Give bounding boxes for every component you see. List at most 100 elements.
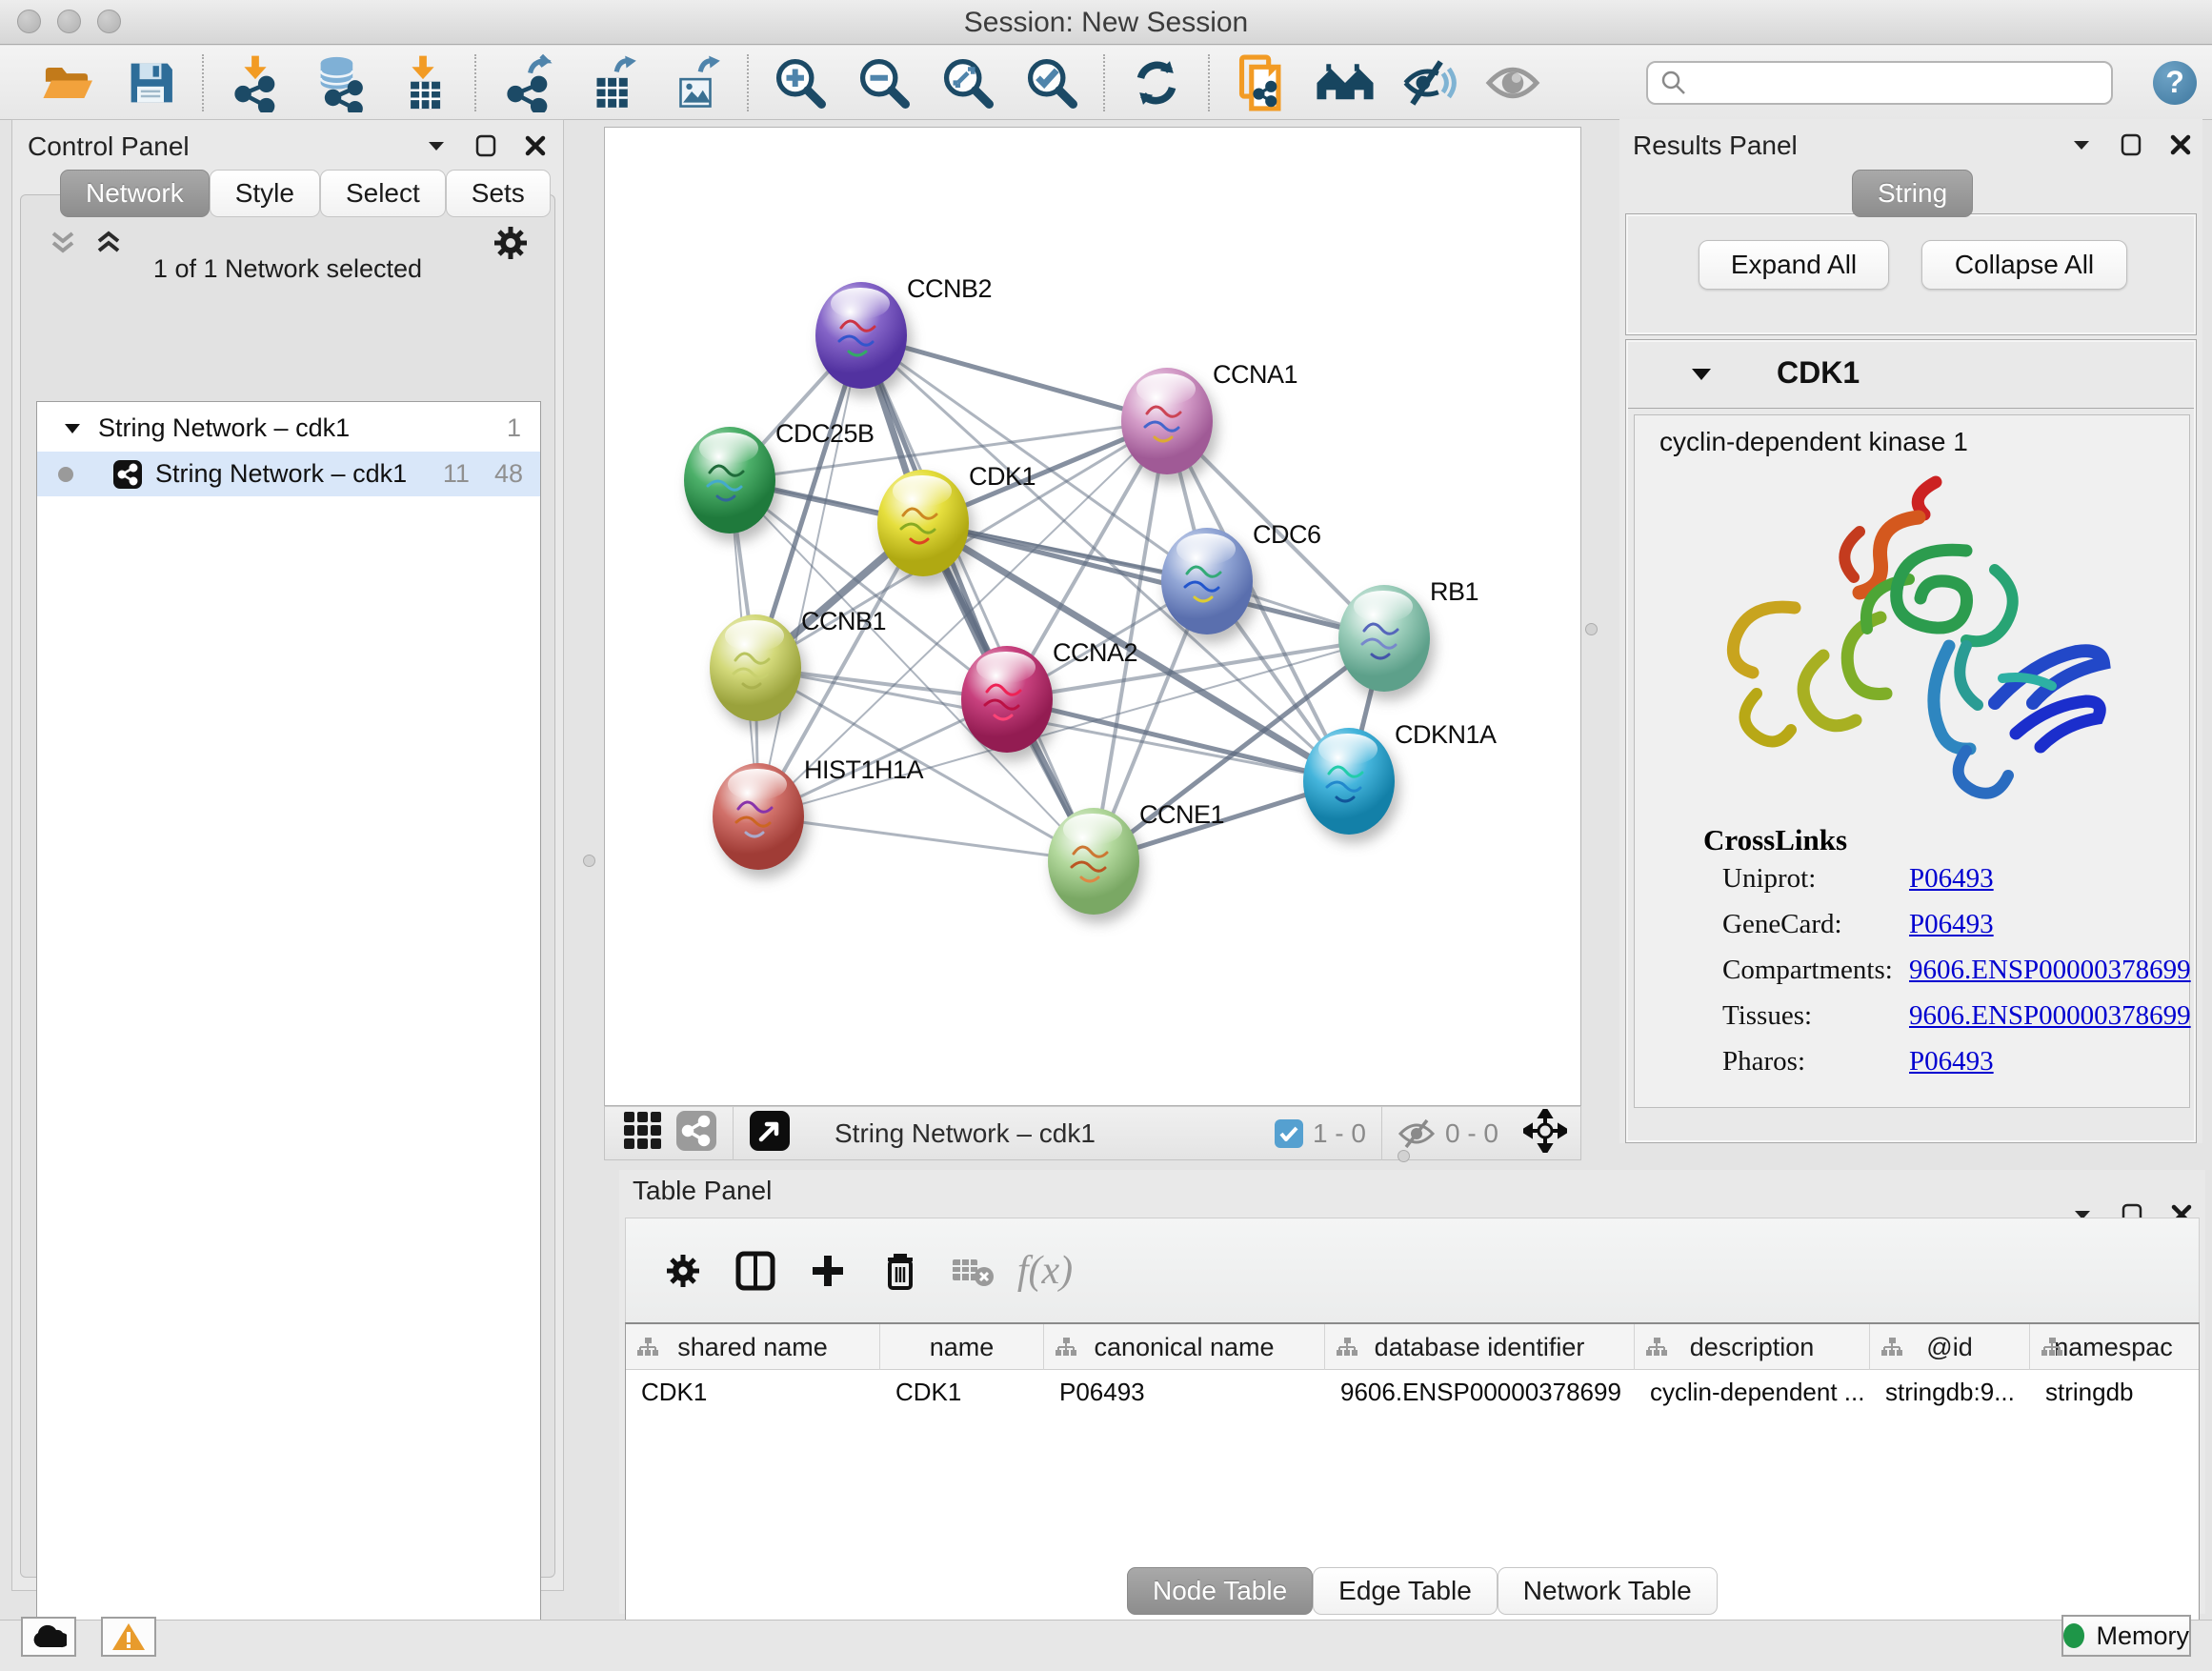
- float-panel-icon[interactable]: [2119, 132, 2143, 157]
- expand-all-button[interactable]: Expand All: [1699, 240, 1889, 290]
- zoom-in-icon[interactable]: [758, 51, 842, 114]
- protein-thumbnail-icon: [892, 493, 955, 552]
- network-node-CCNB1[interactable]: [710, 614, 801, 721]
- delete-column-icon[interactable]: [864, 1244, 936, 1298]
- network-view-canvas[interactable]: CCNB2CCNA1CDC25BCDK1CDC6RB1CCNB1CCNA2CDK…: [604, 127, 1581, 1106]
- first-neighbors-icon[interactable]: [1303, 51, 1387, 114]
- network-node-CDC6[interactable]: [1161, 528, 1253, 634]
- crosslink-link[interactable]: P06493: [1909, 1046, 1994, 1077]
- memory-button[interactable]: Memory: [2061, 1615, 2191, 1657]
- network-node-label: CDC6: [1253, 520, 1321, 550]
- crosslink-link[interactable]: 9606.ENSP00000378699: [1909, 1000, 2191, 1032]
- network-node-HIST1H1A[interactable]: [713, 763, 804, 870]
- tab-sets[interactable]: Sets: [446, 170, 551, 217]
- collapse-gene-icon[interactable]: [1691, 367, 1712, 382]
- panel-menu-icon[interactable]: [424, 133, 449, 158]
- import-table-file-icon[interactable]: [381, 51, 465, 114]
- function-builder-icon[interactable]: f(x): [1009, 1244, 1081, 1298]
- network-node-CDK1[interactable]: [877, 470, 969, 576]
- network-node-CCNE1[interactable]: [1048, 808, 1139, 915]
- column-header[interactable]: database identifier: [1325, 1324, 1635, 1370]
- column-header[interactable]: canonical name: [1044, 1324, 1325, 1370]
- clone-network-icon[interactable]: [1219, 51, 1303, 114]
- help-icon[interactable]: ?: [2153, 61, 2197, 105]
- splitter-handle[interactable]: [1585, 623, 1598, 635]
- network-row[interactable]: String Network – cdk1 11 48: [37, 452, 540, 496]
- window-title: Session: New Session: [0, 7, 2212, 39]
- search-input[interactable]: [1688, 68, 2088, 97]
- tab-network-table[interactable]: Network Table: [1498, 1567, 1718, 1615]
- tab-style[interactable]: Style: [210, 170, 320, 217]
- show-columns-icon[interactable]: [719, 1244, 792, 1298]
- gene-header[interactable]: CDK1: [1628, 342, 2194, 409]
- zoom-selected-icon[interactable]: [1010, 51, 1094, 114]
- show-all-icon[interactable]: [1471, 51, 1555, 114]
- close-panel-icon[interactable]: [523, 133, 548, 158]
- float-panel-icon[interactable]: [473, 133, 498, 158]
- column-header[interactable]: shared name: [626, 1324, 880, 1370]
- tree-expander-icon: [64, 422, 81, 435]
- tab-select[interactable]: Select: [320, 170, 446, 217]
- network-node-CDKN1A[interactable]: [1303, 728, 1395, 835]
- column-header[interactable]: namespac: [2030, 1324, 2197, 1370]
- panel-menu-icon[interactable]: [2069, 132, 2094, 157]
- export-table-icon[interactable]: [570, 51, 654, 114]
- selected-nodes-edges-count: 1 - 0: [1313, 1118, 1366, 1149]
- column-header[interactable]: description: [1635, 1324, 1870, 1370]
- column-header[interactable]: @id: [1870, 1324, 2030, 1370]
- birds-eye-view-icon[interactable]: [749, 1110, 791, 1157]
- pan-network-icon[interactable]: [1523, 1109, 1567, 1158]
- network-node-label: CCNA2: [1053, 638, 1137, 668]
- tab-network[interactable]: Network: [60, 170, 210, 217]
- network-view-mode-icon[interactable]: [675, 1110, 717, 1157]
- warnings-button[interactable]: [101, 1617, 156, 1657]
- hide-selected-icon[interactable]: [1387, 51, 1471, 114]
- network-collection-row[interactable]: String Network – cdk1 1: [37, 406, 540, 451]
- network-node-label: CCNA1: [1213, 360, 1297, 390]
- collapse-all-button[interactable]: Collapse All: [1921, 240, 2127, 290]
- toolbar-separator: [1208, 54, 1210, 111]
- network-edge[interactable]: [758, 816, 1094, 861]
- automation-cloud-button[interactable]: [21, 1617, 76, 1657]
- refresh-view-icon[interactable]: [1115, 51, 1198, 114]
- network-node-CDC25B[interactable]: [684, 427, 775, 534]
- network-node-CCNA1[interactable]: [1121, 368, 1213, 474]
- network-node-RB1[interactable]: [1338, 585, 1430, 692]
- table-settings-gear-icon[interactable]: [647, 1244, 719, 1298]
- network-options-gear-icon[interactable]: [492, 224, 530, 267]
- crosslink-link[interactable]: 9606.ENSP00000378699: [1909, 955, 2191, 986]
- import-network-database-icon[interactable]: [297, 51, 381, 114]
- crosslink-link[interactable]: P06493: [1909, 863, 1994, 895]
- export-image-icon[interactable]: [654, 51, 737, 114]
- tab-node-table[interactable]: Node Table: [1127, 1567, 1313, 1615]
- search-box[interactable]: [1646, 61, 2113, 105]
- crosslink-link[interactable]: P06493: [1909, 909, 1994, 940]
- protein-thumbnail-icon: [724, 637, 787, 696]
- splitter-handle[interactable]: [1398, 1150, 1410, 1162]
- create-column-icon[interactable]: [792, 1244, 864, 1298]
- crosslinks-title: CrossLinks: [1703, 823, 1847, 857]
- save-session-icon[interactable]: [109, 51, 192, 114]
- main-toolbar: ?: [0, 46, 2212, 120]
- zoom-out-icon[interactable]: [842, 51, 926, 114]
- grid-view-icon[interactable]: [622, 1110, 664, 1157]
- tab-string-results[interactable]: String: [1852, 170, 1973, 217]
- splitter-handle[interactable]: [583, 855, 595, 867]
- network-edge[interactable]: [758, 335, 861, 816]
- network-node-label: CCNE1: [1139, 800, 1224, 830]
- network-node-CCNB2[interactable]: [815, 282, 907, 389]
- open-session-icon[interactable]: [25, 51, 109, 114]
- table-row[interactable]: CDK1 CDK1 P06493 9606.ENSP00000378699 cy…: [626, 1370, 2199, 1414]
- selected-items-checkbox[interactable]: [1275, 1119, 1303, 1148]
- close-panel-icon[interactable]: [2168, 132, 2193, 157]
- app-status-bar: Memory: [0, 1620, 2212, 1671]
- hidden-nodes-edges-count: 0 - 0: [1445, 1118, 1498, 1149]
- zoom-fit-icon[interactable]: [926, 51, 1010, 114]
- tab-edge-table[interactable]: Edge Table: [1313, 1567, 1498, 1615]
- column-header[interactable]: name: [880, 1324, 1044, 1370]
- export-network-icon[interactable]: [486, 51, 570, 114]
- network-node-CCNA2[interactable]: [961, 646, 1053, 753]
- table-panel-tabs: Node Table Edge Table Network Table: [1127, 1567, 1718, 1615]
- import-network-file-icon[interactable]: [213, 51, 297, 114]
- clear-table-icon[interactable]: [936, 1244, 1009, 1298]
